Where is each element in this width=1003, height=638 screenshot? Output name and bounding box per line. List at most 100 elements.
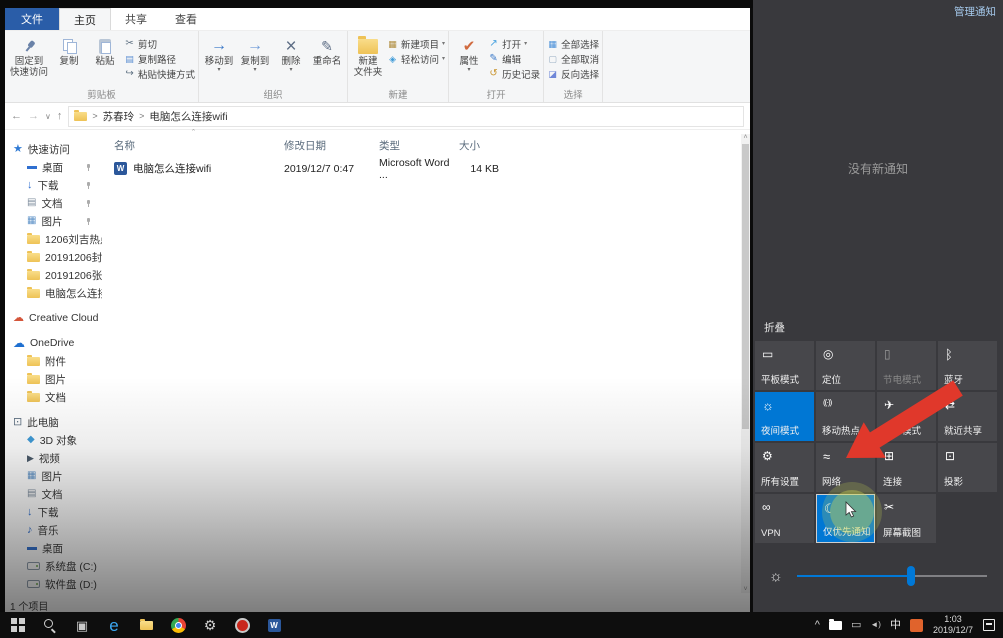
sidebar-item-d-drive[interactable]: 软件盘 (D:) — [5, 575, 102, 593]
cut-button[interactable]: ✂剪切 — [124, 36, 195, 51]
rename-button[interactable]: ✎重命名 — [310, 33, 344, 68]
sidebar-item-pictures[interactable]: ▦图片 — [5, 467, 102, 485]
quick-action-night-mode[interactable]: ☼夜间模式 — [755, 392, 814, 441]
download-icon: ↓ — [27, 507, 33, 518]
tab-home[interactable]: 主页 — [59, 8, 111, 30]
quick-action-project[interactable]: ⊡投影 — [938, 443, 997, 492]
tray-folder[interactable] — [829, 621, 842, 630]
sort-ascending-icon[interactable]: ˆ — [192, 128, 195, 138]
quick-action-nearby-share[interactable]: ⇄就近共享 — [938, 392, 997, 441]
tray-chevron[interactable]: ^ — [815, 620, 820, 631]
brightness-slider-thumb[interactable] — [907, 566, 915, 586]
start-button[interactable] — [2, 612, 34, 638]
history-button[interactable]: ↺历史记录 — [488, 66, 540, 81]
sidebar-item-documents[interactable]: ▤文档 — [5, 485, 102, 503]
quick-action-battery-saver[interactable]: ▯节电模式 — [877, 341, 936, 390]
recorder-button[interactable] — [226, 612, 258, 638]
sidebar-item-folder-wifi[interactable]: 电脑怎么连接wif — [5, 284, 102, 302]
column-header-2[interactable]: 类型 — [379, 138, 459, 153]
quick-action-all-settings[interactable]: ⚙所有设置 — [755, 443, 814, 492]
collapse-link[interactable]: 折叠 — [764, 320, 785, 335]
sidebar-item-quick-access[interactable]: ★快速访问 — [5, 140, 102, 158]
sidebar-item-folder-1206[interactable]: 1206刘吉热点7- — [5, 230, 102, 248]
sidebar-item-onedrive[interactable]: ☁OneDrive — [5, 334, 102, 352]
sidebar-item-videos[interactable]: ▶视频 — [5, 449, 102, 467]
new-item-button[interactable]: ▦新建项目▾ — [387, 36, 445, 51]
sidebar-item-documents-pinned[interactable]: ▤文档 — [5, 194, 102, 212]
properties-button[interactable]: ✔属性▾ — [452, 33, 486, 73]
paste-shortcut-button[interactable]: ↪粘贴快捷方式 — [124, 66, 195, 81]
quick-action-tablet-mode[interactable]: ▭平板模式 — [755, 341, 814, 390]
taskbar-clock[interactable]: 1:03 2019/12/7 — [929, 614, 977, 637]
edge-button[interactable]: e — [98, 612, 130, 638]
recent-locations-icon[interactable]: ∨ — [45, 112, 51, 121]
quick-action-mobile-hotspot[interactable]: ((·))移动热点 — [816, 392, 875, 441]
brightness-slider[interactable] — [797, 575, 987, 577]
quick-action-airplane-mode[interactable]: ✈飞行模式 — [877, 392, 936, 441]
select-none-button[interactable]: ▢全部取消 — [547, 51, 599, 66]
sidebar-item-folder-20191206-cover[interactable]: 20191206封面 — [5, 248, 102, 266]
sidebar-item-c-drive[interactable]: 系统盘 (C:) — [5, 557, 102, 575]
quick-action-bluetooth[interactable]: ᛒ蓝牙 — [938, 341, 997, 390]
copy-path-button[interactable]: ▤复制路径 — [124, 51, 195, 66]
sidebar-item-music[interactable]: ♪音乐 — [5, 521, 102, 539]
up-icon[interactable]: ↑ — [57, 110, 63, 122]
sidebar-item-pictures-pinned[interactable]: ▦图片 — [5, 212, 102, 230]
quick-action-screen-snip[interactable]: ✂屏幕截图 — [877, 494, 936, 543]
quick-action-priority-only[interactable]: ☾仅优先通知 — [816, 494, 875, 543]
new-folder-button[interactable]: 新建文件夹 — [351, 33, 385, 79]
breadcrumb-1[interactable]: 电脑怎么连接wifi — [149, 109, 227, 124]
open-button[interactable]: ↗打开▾ — [488, 36, 540, 51]
pin-to-quick-access-button[interactable]: 固定到快速访问 — [8, 33, 50, 79]
edit-button[interactable]: ✎编辑 — [488, 51, 540, 66]
sidebar-item-onedrive-pictures[interactable]: 图片 — [5, 370, 102, 388]
sidebar-item-3d-objects[interactable]: ◆3D 对象 — [5, 431, 102, 449]
quick-action-location[interactable]: ◎定位 — [816, 341, 875, 390]
sidebar-item-desktop-pinned[interactable]: ▬桌面 — [5, 158, 102, 176]
move-to-button[interactable]: →移动到▾ — [202, 33, 236, 73]
new-folder-icon — [358, 39, 378, 54]
address-field[interactable]: >苏春玲>电脑怎么连接wifi — [68, 106, 744, 127]
sidebar-item-onedrive-attachments[interactable]: 附件 — [5, 352, 102, 370]
sidebar-item-folder-20191206-zhang[interactable]: 20191206张晓 — [5, 266, 102, 284]
quick-action-connect[interactable]: ⊞连接 — [877, 443, 936, 492]
chrome-button[interactable] — [162, 612, 194, 638]
column-header-3[interactable]: 大小 — [459, 138, 511, 153]
sidebar-item-downloads-pinned[interactable]: ↓下载 — [5, 176, 102, 194]
task-view-button[interactable]: ▣ — [66, 612, 98, 638]
select-all-button[interactable]: ▦全部选择 — [547, 36, 599, 51]
tray-display[interactable]: ▭ — [851, 620, 861, 631]
sidebar-item-this-pc[interactable]: ⊡此电脑 — [5, 413, 102, 431]
tray-ime[interactable]: 中 — [890, 620, 901, 631]
action-center-icon[interactable] — [977, 619, 1001, 631]
sidebar-item-downloads[interactable]: ↓下载 — [5, 503, 102, 521]
quick-action-vpn[interactable]: ∞VPN — [755, 494, 814, 543]
airplane-icon: ✈ — [884, 398, 894, 412]
copy-button[interactable]: 复制 — [52, 33, 86, 68]
search-button[interactable] — [34, 612, 66, 638]
quick-action-network[interactable]: ≈网络 — [816, 443, 875, 492]
invert-selection-button[interactable]: ◪反向选择 — [547, 66, 599, 81]
delete-button[interactable]: ×删除▾ — [274, 33, 308, 73]
breadcrumb-0[interactable]: 苏春玲 — [103, 109, 135, 124]
column-header-1[interactable]: 修改日期 — [284, 138, 379, 153]
settings-button[interactable]: ⚙ — [194, 612, 226, 638]
file-row[interactable]: 电脑怎么连接wifi2019/12/7 0:47Microsoft Word .… — [114, 156, 750, 181]
paste-button[interactable]: 粘贴 — [88, 33, 122, 68]
tab-share[interactable]: 共享 — [111, 8, 161, 30]
sidebar-item-creative-cloud[interactable]: ☁Creative Cloud F — [5, 309, 102, 327]
copy-to-button[interactable]: →复制到▾ — [238, 33, 272, 73]
column-header-0[interactable]: 名称 — [114, 138, 284, 153]
file-explorer-button[interactable] — [130, 612, 162, 638]
tab-view[interactable]: 查看 — [161, 8, 211, 30]
word-button[interactable] — [258, 612, 290, 638]
tab-file[interactable]: 文件 — [5, 8, 59, 30]
sidebar-item-onedrive-documents[interactable]: 文档 — [5, 388, 102, 406]
easy-access-button[interactable]: ◈轻松访问▾ — [387, 51, 445, 66]
tray-volume[interactable]: ◄) — [870, 621, 881, 629]
sidebar-item-desktop[interactable]: ▬桌面 — [5, 539, 102, 557]
back-icon[interactable]: ← — [11, 110, 22, 122]
manage-notifications-link[interactable]: 管理通知 — [954, 4, 996, 19]
tray-sogou[interactable] — [910, 619, 923, 632]
forward-icon[interactable]: → — [28, 110, 39, 122]
